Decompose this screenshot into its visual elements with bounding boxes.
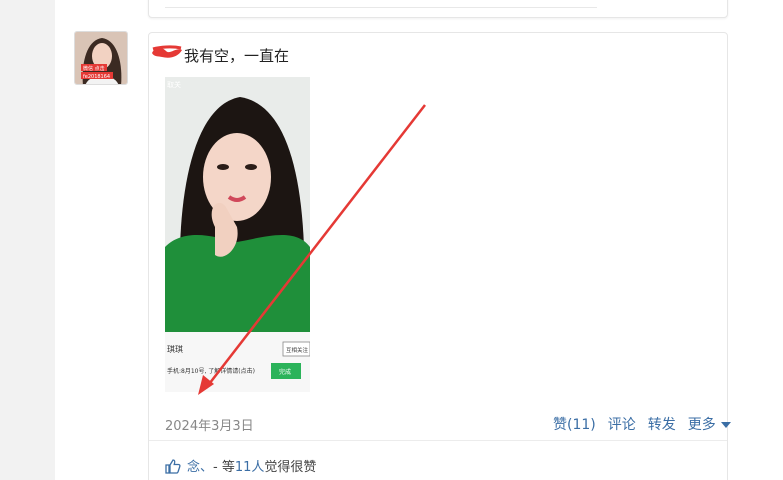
post-text: 我有空，一直在 bbox=[184, 47, 290, 65]
more-label: 更多 bbox=[687, 417, 716, 433]
post-date: 2024年3月3日 bbox=[165, 419, 254, 434]
post-divider bbox=[149, 440, 727, 441]
redaction-scribble bbox=[152, 45, 182, 58]
share-button[interactable]: 转发 bbox=[648, 414, 676, 434]
liker-name[interactable]: 念、 bbox=[187, 456, 213, 475]
avatar-text-2: fe2018164 bbox=[83, 74, 110, 80]
post-photo[interactable]: 取关 琪琪 互相关注 手机:8月10号, 了解详情请(点击) 完成 bbox=[165, 77, 310, 392]
photo-follow-button: 互相关注 bbox=[286, 346, 309, 354]
thumbs-up-icon bbox=[165, 458, 181, 474]
previous-post-divider bbox=[165, 7, 597, 8]
avatar[interactable]: 微信 点击 fe2018164 bbox=[74, 31, 128, 85]
likes-separator: - 等 bbox=[213, 460, 235, 475]
photo-green-button: 完成 bbox=[279, 368, 291, 376]
previous-post-card bbox=[148, 0, 728, 18]
avatar-image: 微信 点击 fe2018164 bbox=[75, 32, 127, 84]
photo-footer-text: 手机:8月10号, 了解详情请(点击) bbox=[167, 367, 255, 375]
likes-count[interactable]: 11人 bbox=[235, 456, 265, 475]
left-gutter bbox=[0, 0, 55, 480]
chevron-down-icon bbox=[720, 422, 731, 428]
post-actions: 赞(11) 评论 转发 更多 bbox=[553, 414, 731, 434]
photo-image: 取关 琪琪 互相关注 手机:8月10号, 了解详情请(点击) 完成 bbox=[165, 77, 310, 392]
avatar-text-1: 微信 点击 bbox=[83, 65, 105, 72]
more-button[interactable]: 更多 bbox=[688, 414, 731, 434]
comment-button[interactable]: 评论 bbox=[608, 414, 636, 434]
like-button[interactable]: 赞(11) bbox=[553, 414, 596, 434]
photo-top-left-text: 取关 bbox=[167, 80, 181, 89]
photo-username: 琪琪 bbox=[167, 344, 183, 354]
likes-suffix: 觉得很赞 bbox=[264, 460, 317, 475]
likes-summary: 念、 - 等 11人 觉得很赞 bbox=[165, 456, 316, 475]
